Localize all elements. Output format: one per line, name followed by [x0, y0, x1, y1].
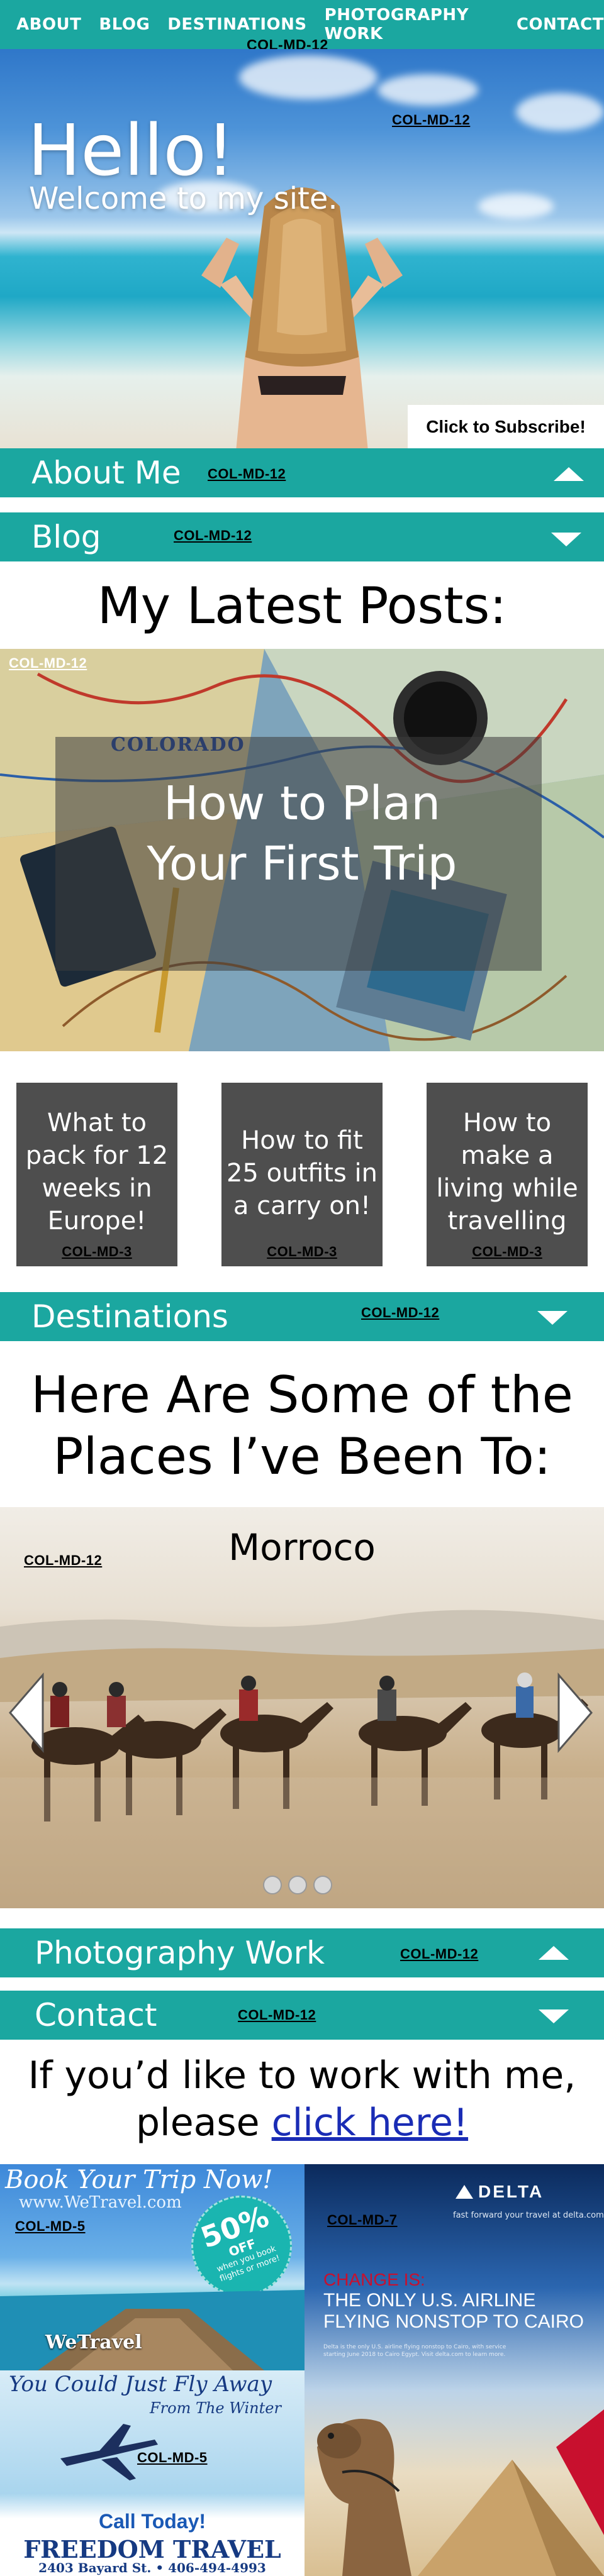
- ad2-address: 2403 Bayard St. • 406-494-4993: [38, 2560, 266, 2575]
- col-label-hero: COL-MD-12: [392, 112, 471, 128]
- about-me-title: About Me: [31, 455, 181, 491]
- blog-title: Blog: [31, 519, 101, 555]
- chevron-down-icon[interactable]: [537, 1311, 568, 1325]
- subscribe-button[interactable]: Click to Subscribe!: [408, 405, 604, 448]
- photography-work-bar[interactable]: Photography Work COL-MD-12: [0, 1928, 604, 1977]
- ad2-brand: FREEDOM TRAVEL: [23, 2535, 281, 2563]
- col-label-feature: COL-MD-12: [9, 655, 87, 671]
- col-label-photography: COL-MD-12: [400, 1946, 479, 1962]
- contact-text: If you’d like to work with me, please cl…: [28, 2054, 576, 2145]
- col-label-carousel: COL-MD-12: [24, 1552, 103, 1568]
- delta-logo: DELTA: [456, 2182, 544, 2202]
- delta-headline-3: FLYING NONSTOP TO CAIRO: [323, 2311, 584, 2332]
- ad1-pier-image: [0, 2290, 305, 2370]
- nav-destinations[interactable]: DESTINATIONS: [167, 15, 306, 34]
- contact-title: Contact: [35, 1997, 157, 2033]
- ad-book-trip[interactable]: Book Your Trip Now! www.WeTravel.com COL…: [0, 2164, 305, 2370]
- chevron-down-icon[interactable]: [539, 2009, 569, 2023]
- ad1-url: www.WeTravel.com: [19, 2193, 182, 2212]
- blog-bar[interactable]: Blog COL-MD-12: [0, 512, 604, 561]
- col-label-ad3: COL-MD-7: [327, 2212, 398, 2228]
- carousel-dot-3[interactable]: [313, 1876, 332, 1894]
- col-label-about: COL-MD-12: [208, 466, 286, 482]
- col-label-ad2: COL-MD-5: [137, 2450, 208, 2465]
- col-label-ad1: COL-MD-5: [15, 2218, 86, 2234]
- contact-bar[interactable]: Contact COL-MD-12: [0, 1991, 604, 2040]
- carousel-dot-1[interactable]: [263, 1876, 282, 1894]
- map-label: COLORADO: [111, 734, 245, 756]
- nav-photography-work[interactable]: PHOTOGRAPHY WORK: [325, 6, 499, 43]
- post-card-living[interactable]: How to make a living while travelling COL-M…: [427, 1083, 588, 1266]
- ad1-title: Book Your Trip Now!: [5, 2165, 273, 2194]
- ad2-title: You Could Just Fly Away: [9, 2372, 272, 2397]
- delta-headline-2: THE ONLY U.S. AIRLINE: [323, 2290, 536, 2311]
- delta-camel-pyramid-image: [317, 2409, 604, 2576]
- nav-blog[interactable]: BLOG: [99, 15, 150, 34]
- nav-contact: CONTACT: [516, 15, 604, 34]
- featured-post[interactable]: COLORADO How to Plan Your First Trip COL…: [0, 649, 604, 1051]
- post-card-packing[interactable]: What to pack for 12 weeks in Europe! COL-MD…: [16, 1083, 177, 1266]
- ad-freedom-travel[interactable]: You Could Just Fly Away From The Winter …: [0, 2370, 305, 2576]
- photography-work-title: Photography Work: [35, 1935, 325, 1971]
- about-me-bar[interactable]: About Me COL-MD-12: [0, 448, 604, 497]
- col-label-card-1: COL-MD-3: [62, 1244, 132, 1260]
- hero-banner: Hello! Welcome to my site. COL-MD-12 Cli…: [0, 49, 604, 448]
- chevron-up-icon[interactable]: [539, 1946, 569, 1960]
- arrow-left-icon[interactable]: [5, 1672, 49, 1754]
- col-label-contact: COL-MD-12: [238, 2007, 316, 2023]
- feature-post-title: How to Plan Your First Trip: [147, 777, 457, 892]
- destinations-title: Destinations: [31, 1298, 228, 1335]
- hero-subtitle: Welcome to my site.: [29, 181, 338, 216]
- ad-delta[interactable]: DELTA fast forward your travel at delta.…: [305, 2164, 604, 2576]
- destination-carousel: Morroco COL-MD-12: [0, 1507, 604, 1908]
- places-heading: Here Are Some of the Places I’ve Been To…: [31, 1366, 573, 1486]
- delta-tagline: fast forward your travel at delta.com: [453, 2211, 604, 2220]
- carousel-indicators: [263, 1876, 332, 1894]
- chevron-down-icon[interactable]: [551, 533, 581, 546]
- delta-headline-1: CHANGE IS:: [323, 2270, 425, 2289]
- contact-link[interactable]: click here!: [272, 2101, 468, 2145]
- col-label-destinations: COL-MD-12: [361, 1305, 440, 1320]
- hero-title: Hello!: [28, 110, 235, 192]
- carousel-dot-2[interactable]: [288, 1876, 307, 1894]
- ad2-subtitle: From The Winter: [150, 2399, 281, 2417]
- post-card-outfits[interactable]: How to fit 25 outfits in a carry on! COL-M…: [221, 1083, 383, 1266]
- ad2-call: Call Today!: [98, 2510, 206, 2533]
- destinations-bar[interactable]: Destinations COL-MD-12: [0, 1292, 604, 1341]
- latest-posts-heading: My Latest Posts:: [97, 577, 507, 635]
- arrow-right-icon[interactable]: [552, 1672, 596, 1754]
- delta-fine-print: Delta is the only U.S. airline flying no…: [323, 2344, 506, 2358]
- chevron-up-icon[interactable]: [554, 467, 584, 481]
- col-label-blog: COL-MD-12: [174, 528, 252, 543]
- col-label-card-2: COL-MD-3: [267, 1244, 337, 1260]
- nav-about[interactable]: ABOUT: [16, 15, 81, 34]
- col-label-card-3: COL-MD-3: [472, 1244, 542, 1260]
- ad1-brand: WeTravel: [45, 2331, 142, 2353]
